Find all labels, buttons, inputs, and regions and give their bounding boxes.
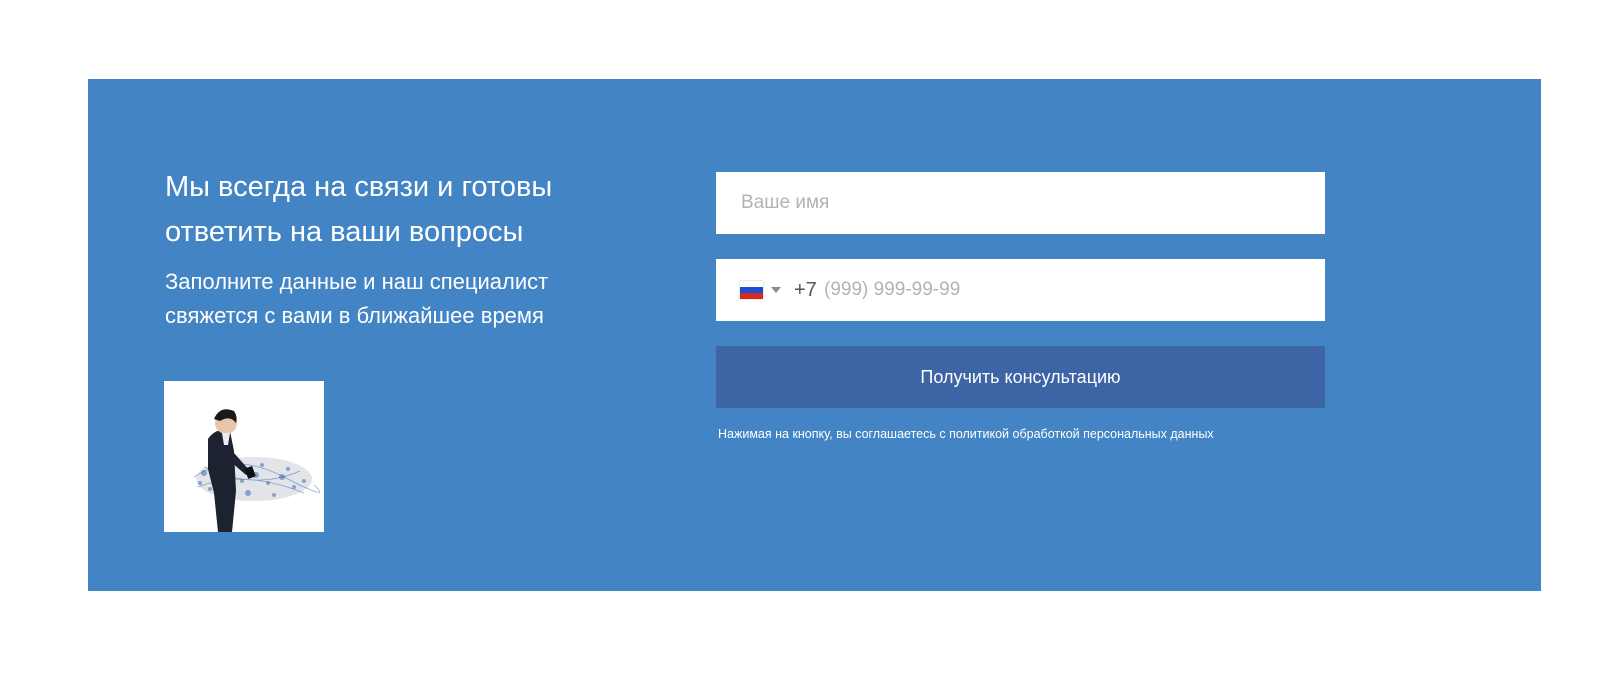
chevron-down-icon — [771, 287, 781, 293]
consent-text: Нажимая на кнопку, вы соглашаетесь с пол… — [718, 427, 1214, 441]
name-input[interactable] — [716, 172, 1325, 234]
country-code-select[interactable] — [740, 278, 781, 302]
man-with-phone-image — [164, 381, 324, 532]
consultant-illustration — [164, 381, 324, 532]
russia-flag-icon — [740, 281, 763, 299]
contact-subheading: Заполните данные и наш специалист свяжет… — [165, 269, 549, 328]
name-field — [716, 172, 1325, 234]
phone-input[interactable] — [794, 259, 1325, 321]
contact-heading: Мы всегда на связи и готовы ответить на … — [165, 171, 553, 248]
get-consultation-button[interactable]: Получить консультацию — [716, 346, 1325, 408]
page: Мы всегда на связи и готовы ответить на … — [0, 0, 1610, 698]
contact-text-block: Мы всегда на связи и готовы ответить на … — [165, 165, 645, 333]
phone-field: +7 — [716, 259, 1325, 321]
contact-banner: Мы всегда на связи и готовы ответить на … — [88, 79, 1541, 591]
consultation-form: +7 Получить консультацию Нажимая на кноп… — [716, 172, 1325, 442]
